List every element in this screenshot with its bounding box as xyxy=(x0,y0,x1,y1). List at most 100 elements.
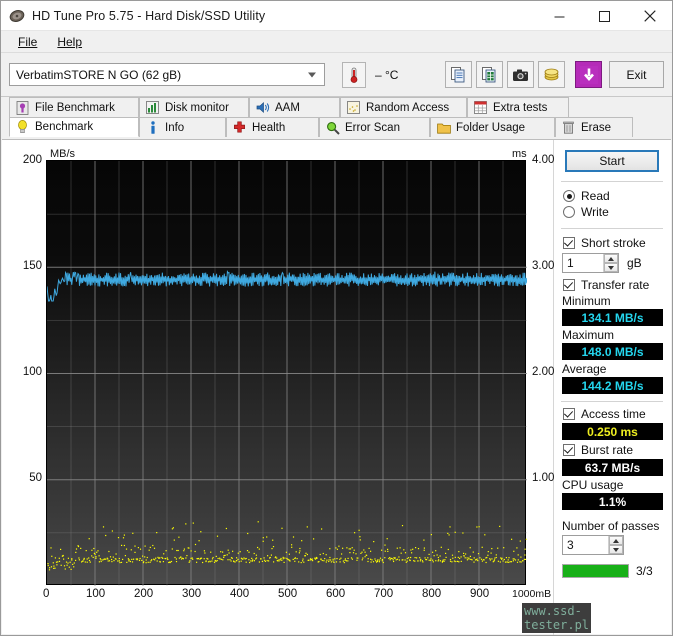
tab-folder-usage[interactable]: Folder Usage xyxy=(430,117,555,137)
hd-tune-pro-window: HD Tune Pro 5.75 - Hard Disk/SSD Utility… xyxy=(0,0,673,636)
drive-select-value: VerbatimSTORE N GO (62 gB) xyxy=(16,68,181,82)
thermometer-icon[interactable] xyxy=(342,62,366,88)
radio-read[interactable]: Read xyxy=(559,189,665,203)
camera-icon[interactable] xyxy=(507,61,534,88)
y-tick-right-1: 1.00 xyxy=(532,472,554,484)
checkbox-transfer-rate[interactable]: Transfer rate xyxy=(559,278,665,292)
tab-random-access-label: Random Access xyxy=(366,102,449,114)
menu-help[interactable]: Help xyxy=(47,33,92,51)
stepper-down-icon[interactable] xyxy=(604,263,618,272)
exit-button-label: Exit xyxy=(626,68,646,82)
y-tick-50: 50 xyxy=(4,472,42,484)
access-time-value: 0.250 ms xyxy=(587,425,638,439)
watermark: www.ssd-tester.pl xyxy=(522,603,591,633)
minimum-value: 134.1 MB/s xyxy=(581,311,643,325)
donate-money-icon[interactable] xyxy=(538,61,565,88)
y-tick-200: 200 xyxy=(4,154,42,166)
copy-to-spreadsheet-icon[interactable] xyxy=(476,61,503,88)
tab-health[interactable]: Health xyxy=(226,117,319,137)
benchmark-panel: MB/s ms 200 150 100 50 4.00 3.00 2.00 1.… xyxy=(2,139,671,634)
x-tick-900: 900 xyxy=(470,588,489,600)
x-tick-500: 500 xyxy=(278,588,297,600)
x-axis-unit: 1000mB xyxy=(512,588,551,600)
tab-info-label: Info xyxy=(165,122,184,134)
short-stroke-label: Short stroke xyxy=(581,236,646,250)
menu-file[interactable]: File xyxy=(8,33,47,51)
tab-benchmark[interactable]: Benchmark xyxy=(9,117,139,137)
progress-bar-fill xyxy=(563,565,628,577)
number-of-passes-row: 3 xyxy=(559,535,665,555)
drive-select[interactable]: VerbatimSTORE N GO (62 gB) xyxy=(9,63,325,86)
tab-extra-tests[interactable]: Extra tests xyxy=(467,97,569,117)
tab-file-benchmark[interactable]: File Benchmark xyxy=(9,97,139,117)
progress-row: 3/3 xyxy=(559,564,665,578)
radio-write-label: Write xyxy=(581,205,609,219)
tab-health-label: Health xyxy=(252,122,285,134)
number-of-passes-value: 3 xyxy=(567,538,574,552)
burst-rate-label: Burst rate xyxy=(581,443,633,457)
menu-help-label: Help xyxy=(57,35,82,49)
chevron-down-icon xyxy=(308,72,316,77)
download-arrow-icon[interactable] xyxy=(575,61,602,88)
tab-extra-tests-label: Extra tests xyxy=(493,102,547,114)
x-tick-300: 300 xyxy=(182,588,201,600)
checkbox-burst-rate[interactable]: Burst rate xyxy=(559,443,665,457)
x-tick-700: 700 xyxy=(374,588,393,600)
tab-folder-usage-label: Folder Usage xyxy=(456,122,525,134)
short-stroke-size-stepper[interactable]: 1 xyxy=(562,253,619,273)
minimum-label: Minimum xyxy=(559,294,665,308)
burst-rate-value: 63.7 MB/s xyxy=(585,461,640,475)
tab-error-scan[interactable]: Error Scan xyxy=(319,117,430,137)
trash-icon xyxy=(561,120,576,135)
x-tick-200: 200 xyxy=(134,588,153,600)
progress-bar xyxy=(562,564,629,578)
tab-benchmark-label: Benchmark xyxy=(35,121,93,133)
passes-stepper-arrows[interactable] xyxy=(608,536,623,554)
tab-random-access[interactable]: Random Access xyxy=(340,97,467,117)
tab-row-1: File Benchmark Disk monitor AAM Random A… xyxy=(9,97,569,117)
chart-y-axis-label: MB/s xyxy=(50,148,75,160)
start-button-label: Start xyxy=(599,154,624,168)
burst-rate-value-box: 63.7 MB/s xyxy=(562,459,663,476)
toolbar: VerbatimSTORE N GO (62 gB) – °C xyxy=(1,53,672,97)
tab-aam[interactable]: AAM xyxy=(249,97,340,117)
y-tick-100: 100 xyxy=(4,366,42,378)
x-tick-0: 0 xyxy=(43,588,49,600)
transfer-rate-checkbox-indicator xyxy=(563,279,575,291)
copy-icon[interactable] xyxy=(445,61,472,88)
maximum-label: Maximum xyxy=(559,328,665,342)
tab-error-scan-label: Error Scan xyxy=(345,122,400,134)
checkbox-short-stroke[interactable]: Short stroke xyxy=(559,236,665,250)
tab-disk-monitor[interactable]: Disk monitor xyxy=(139,97,249,117)
average-value: 144.2 MB/s xyxy=(581,379,643,393)
x-tick-600: 600 xyxy=(326,588,345,600)
minimize-button[interactable] xyxy=(537,1,582,31)
y-tick-right-2: 2.00 xyxy=(532,366,554,378)
maximum-value: 148.0 MB/s xyxy=(581,345,643,359)
minimum-value-box: 134.1 MB/s xyxy=(562,309,663,326)
folder-icon xyxy=(436,120,451,135)
checkbox-access-time[interactable]: Access time xyxy=(559,407,665,421)
radio-read-label: Read xyxy=(581,189,610,203)
y-tick-150: 150 xyxy=(4,260,42,272)
file-benchmark-icon xyxy=(15,100,30,115)
tab-erase[interactable]: Erase xyxy=(555,117,633,137)
tab-disk-monitor-label: Disk monitor xyxy=(165,102,229,114)
close-button[interactable] xyxy=(627,1,672,31)
passes-stepper-down-icon[interactable] xyxy=(609,545,623,554)
stepper-arrows[interactable] xyxy=(603,254,618,272)
radio-write[interactable]: Write xyxy=(559,205,665,219)
maximize-button[interactable] xyxy=(582,1,627,31)
chart-x-axis-labels: 0 100 200 300 400 500 600 700 800 900 10… xyxy=(12,588,557,604)
start-button[interactable]: Start xyxy=(565,150,659,172)
short-stroke-checkbox-indicator xyxy=(563,237,575,249)
stepper-up-icon[interactable] xyxy=(604,254,618,263)
burst-rate-checkbox-indicator xyxy=(563,444,575,456)
info-icon xyxy=(145,120,160,135)
chart-y-axis-right-label: ms xyxy=(512,148,527,160)
tab-info[interactable]: Info xyxy=(139,117,226,137)
passes-stepper-up-icon[interactable] xyxy=(609,536,623,545)
exit-button[interactable]: Exit xyxy=(609,61,664,88)
number-of-passes-stepper[interactable]: 3 xyxy=(562,535,624,555)
radio-read-indicator xyxy=(563,190,575,202)
